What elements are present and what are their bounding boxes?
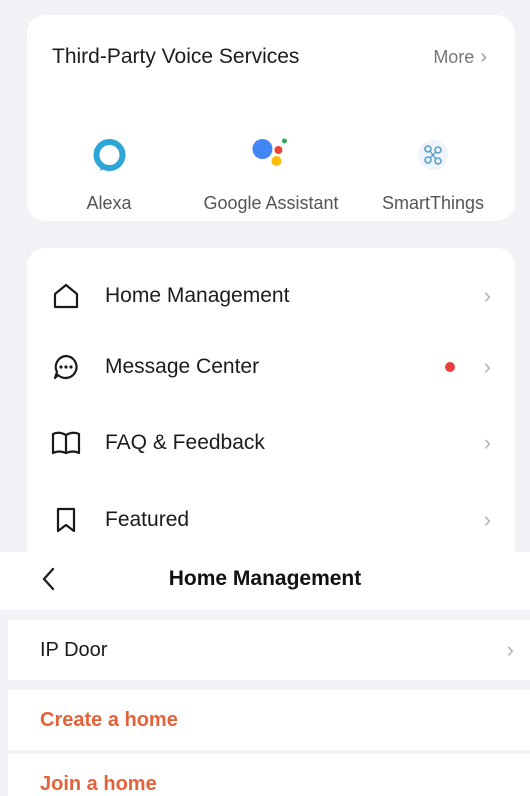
menu-item-label: Featured [105,508,190,531]
menu-item-message-center[interactable]: Message Center › [27,337,515,397]
home-icon [51,281,81,311]
home-row-ip-door[interactable]: IP Door › [8,620,530,680]
voice-services-header: Third-Party Voice Services More › [52,45,487,69]
service-google-assistant[interactable]: Google Assistant [203,133,339,214]
create-home-button[interactable]: Create a home [8,690,530,750]
menu-item-faq-feedback[interactable]: FAQ & Feedback › [27,413,515,473]
alexa-icon [87,133,131,177]
menu-item-label: FAQ & Feedback [105,431,265,454]
menu-item-label: Message Center [105,355,260,378]
chevron-right-icon: › [483,430,491,455]
home-management-screen: Home Management IP Door › Create a home … [0,552,530,796]
voice-services-card: Third-Party Voice Services More › Alexa [27,15,515,221]
bookmark-icon [51,505,81,535]
menu-item-label: Home Management [105,284,290,307]
page-title: Home Management [168,567,362,590]
unread-badge-dot [445,362,455,372]
service-label: Google Assistant [203,193,339,213]
settings-menu-card: Home Management › Message Center › FAQ &… [27,248,515,568]
google-assistant-icon [249,133,293,177]
voice-services-title: Third-Party Voice Services [52,45,300,68]
menu-item-featured[interactable]: Featured › [27,490,515,550]
more-button[interactable]: More › [433,47,487,68]
home-name: IP Door [40,638,108,661]
service-smartthings[interactable]: SmartThings [382,133,484,214]
message-icon [51,352,81,382]
book-icon [51,428,81,458]
chevron-right-icon: › [483,354,491,379]
smartthings-icon [411,133,455,177]
more-label: More [433,46,475,67]
menu-item-home-management[interactable]: Home Management › [27,266,515,326]
chevron-right-icon: › [506,637,514,662]
chevron-right-icon: › [483,283,491,308]
create-home-label: Create a home [40,708,178,731]
nav-bar: Home Management [0,552,530,610]
service-alexa[interactable]: Alexa [86,133,132,214]
join-home-button[interactable]: Join a home [8,754,530,796]
chevron-right-icon: › [480,46,487,68]
join-home-label: Join a home [40,772,157,795]
service-label: Alexa [86,193,132,213]
service-label: SmartThings [381,193,485,213]
chevron-right-icon: › [483,507,491,532]
